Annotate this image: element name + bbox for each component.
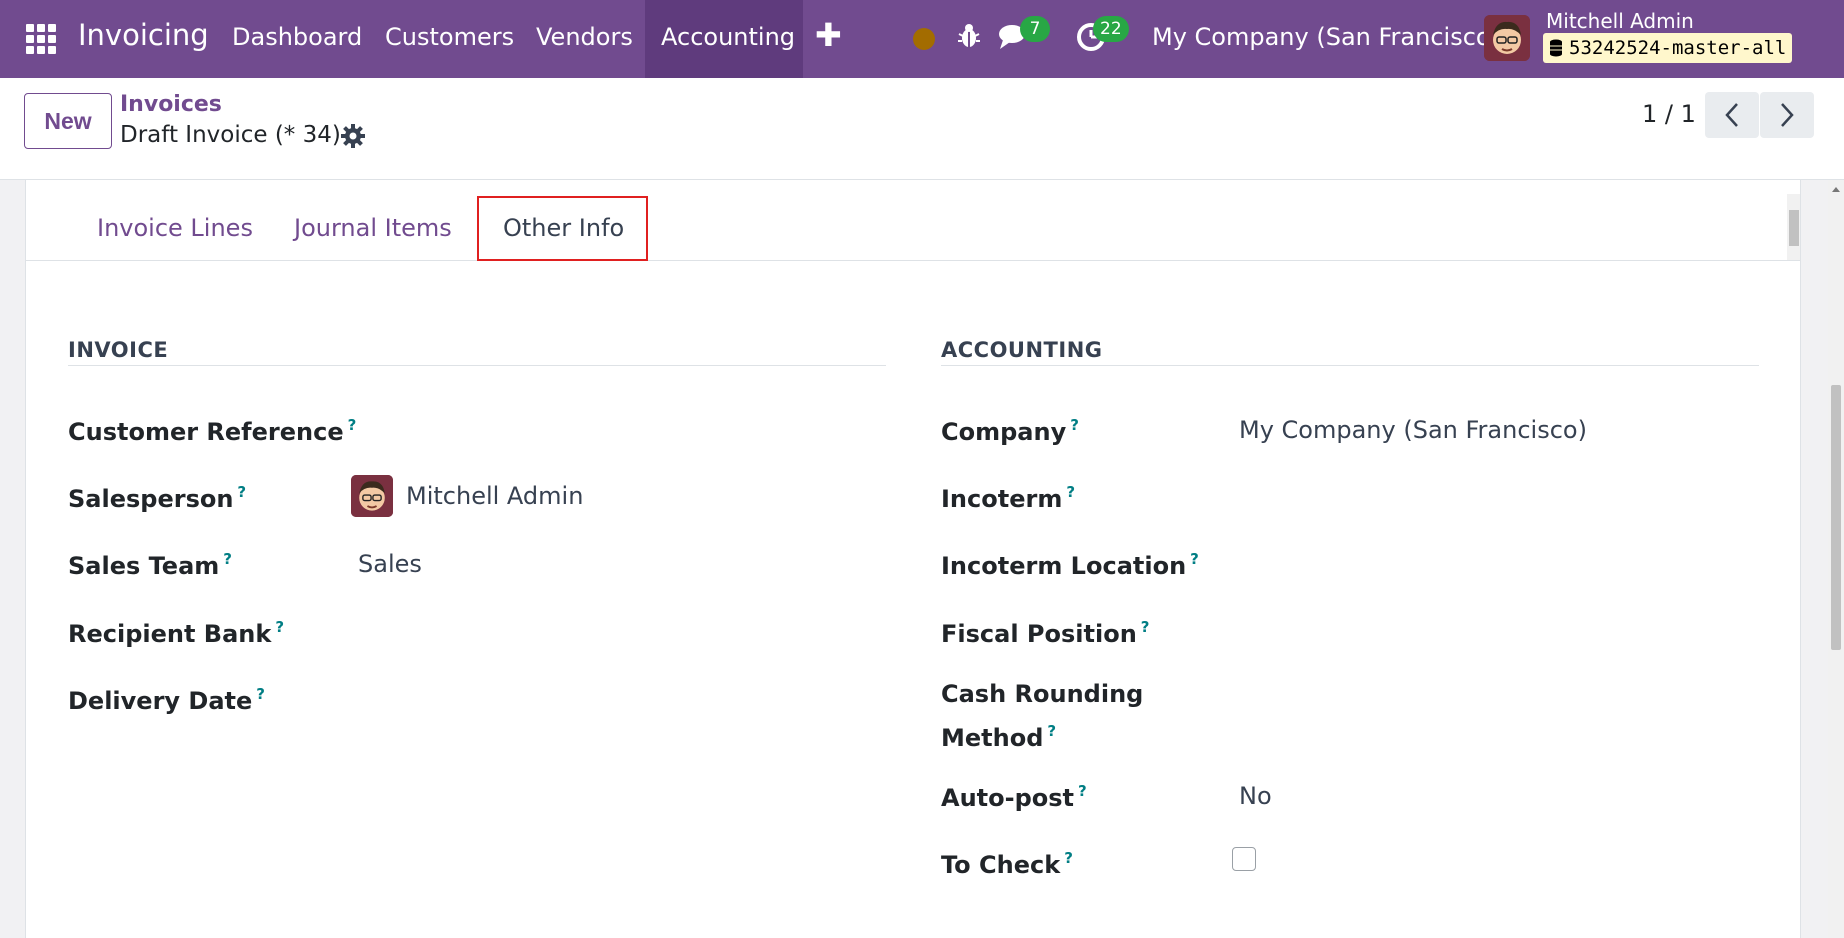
menu-accounting[interactable]: Accounting (661, 23, 795, 51)
to-check-label: To Check? (941, 849, 1073, 879)
tab-other-info[interactable]: Other Info (477, 196, 648, 261)
database-name: 53242524-master-all (1569, 37, 1787, 59)
control-panel: New Invoices Draft Invoice (* 34) 1 / 1 (0, 78, 1844, 180)
help-icon[interactable]: ? (256, 685, 265, 703)
invoice-section-divider (68, 365, 886, 366)
company-field[interactable]: My Company (San Francisco) (1239, 416, 1587, 444)
help-icon[interactable]: ? (348, 416, 357, 434)
pager-previous-button[interactable] (1705, 92, 1759, 138)
menu-customers[interactable]: Customers (385, 23, 514, 51)
app-name[interactable]: Invoicing (78, 18, 209, 52)
help-icon[interactable]: ? (1047, 722, 1056, 740)
breadcrumb-invoices[interactable]: Invoices (120, 92, 222, 117)
help-icon[interactable]: ? (275, 618, 284, 636)
page-scrollbar-thumb[interactable] (1831, 385, 1841, 650)
help-icon[interactable]: ? (1078, 782, 1087, 800)
help-icon[interactable]: ? (1064, 849, 1073, 867)
company-switcher[interactable]: My Company (San Francisco) (1152, 23, 1500, 51)
accounting-section-title: ACCOUNTING (941, 338, 1103, 362)
plus-icon[interactable]: ✚ (815, 16, 842, 54)
scroll-up-icon[interactable] (1828, 183, 1844, 195)
pager-value[interactable]: 1 / 1 (1642, 100, 1696, 128)
bug-icon[interactable] (955, 22, 983, 50)
status-dot-icon[interactable] (913, 28, 935, 50)
salesperson-avatar (351, 475, 393, 517)
sales-team-label: Sales Team? (68, 550, 232, 580)
gear-icon[interactable] (340, 123, 366, 149)
help-icon[interactable]: ? (223, 550, 232, 568)
incoterm-location-label: Incoterm Location? (941, 550, 1199, 580)
form-sheet: Invoice Lines Journal Items Other Info I… (25, 180, 1801, 938)
database-icon (1550, 39, 1562, 57)
to-check-checkbox[interactable] (1232, 847, 1256, 871)
activities-badge: 22 (1093, 16, 1129, 42)
auto-post-field[interactable]: No (1239, 782, 1272, 810)
tabs-scrollbar[interactable] (1787, 194, 1800, 260)
user-name[interactable]: Mitchell Admin (1546, 9, 1694, 33)
notebook-tabs: Invoice Lines Journal Items Other Info (26, 180, 1800, 261)
tab-other-info-label: Other Info (503, 214, 625, 242)
help-icon[interactable]: ? (237, 483, 246, 501)
salesperson-field[interactable]: Mitchell Admin (406, 482, 583, 510)
tab-journal-items[interactable]: Journal Items (294, 214, 452, 242)
breadcrumb-current: Draft Invoice (* 34) (120, 122, 341, 148)
help-icon[interactable]: ? (1141, 618, 1150, 636)
page-scrollbar[interactable] (1828, 180, 1844, 938)
company-label: Company? (941, 416, 1079, 446)
invoice-section-title: INVOICE (68, 338, 169, 362)
tabs-scrollbar-thumb[interactable] (1789, 210, 1799, 246)
chevron-right-icon (1781, 103, 1794, 127)
pager-next-button[interactable] (1760, 92, 1814, 138)
sales-team-field[interactable]: Sales (358, 550, 422, 578)
salesperson-label: Salesperson? (68, 483, 247, 513)
cash-rounding-label-line2: Method? (941, 722, 1057, 752)
accounting-section-divider (941, 365, 1759, 366)
help-icon[interactable]: ? (1190, 550, 1199, 568)
messages-badge: 7 (1020, 16, 1050, 42)
auto-post-label: Auto-post? (941, 782, 1087, 812)
apps-menu-icon[interactable] (26, 24, 56, 54)
chevron-left-icon (1725, 103, 1738, 127)
recipient-bank-label: Recipient Bank? (68, 618, 285, 648)
cash-rounding-label-line1: Cash Rounding (941, 680, 1144, 708)
tab-invoice-lines[interactable]: Invoice Lines (97, 214, 253, 242)
menu-vendors[interactable]: Vendors (536, 23, 633, 51)
help-icon[interactable]: ? (1070, 416, 1079, 434)
delivery-date-label: Delivery Date? (68, 685, 265, 715)
customer-reference-label: Customer Reference? (68, 416, 357, 446)
fiscal-position-label: Fiscal Position? (941, 618, 1150, 648)
incoterm-label: Incoterm? (941, 483, 1076, 513)
help-icon[interactable]: ? (1066, 483, 1075, 501)
user-avatar[interactable] (1484, 15, 1530, 61)
database-badge: 53242524-master-all (1543, 33, 1793, 63)
menu-dashboard[interactable]: Dashboard (232, 23, 362, 51)
top-navbar: Invoicing Dashboard Customers Vendors Ac… (0, 0, 1844, 78)
new-button[interactable]: New (24, 93, 112, 149)
